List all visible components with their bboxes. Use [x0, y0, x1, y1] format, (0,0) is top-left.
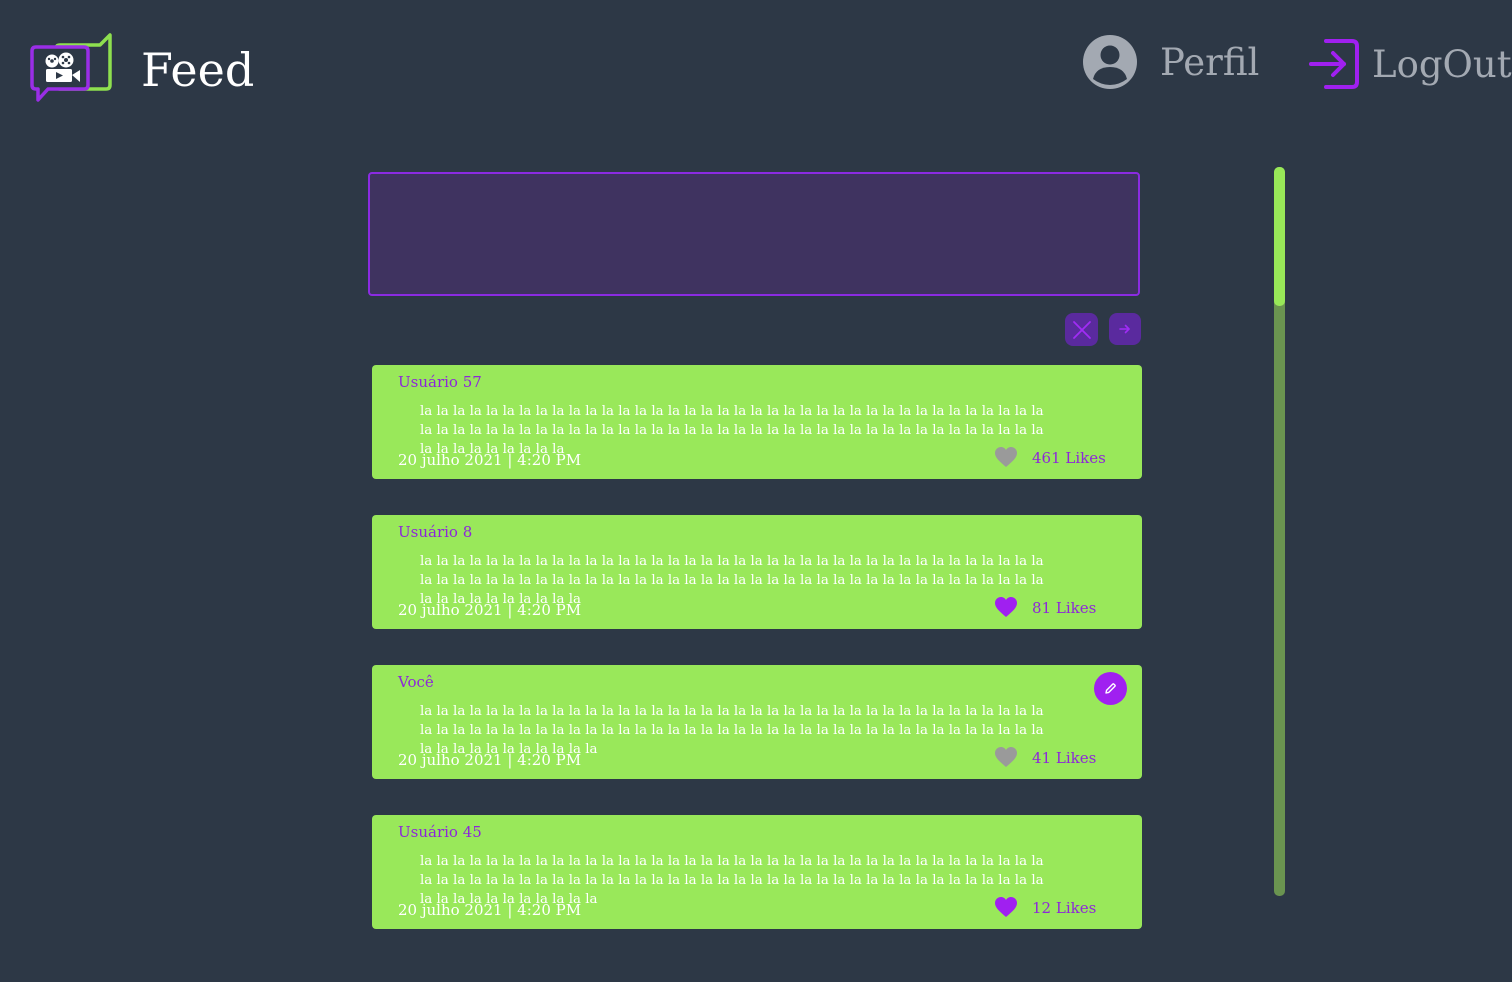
heart-icon[interactable] [994, 896, 1018, 918]
arrow-right-icon [1119, 324, 1130, 334]
post-likes-count: 12 Likes [1032, 899, 1097, 917]
user-circle-icon [1083, 35, 1137, 89]
profile-label: Perfil [1160, 40, 1260, 84]
post-card: Usuário 57 la la la la la la la la la la… [372, 365, 1142, 479]
post-card: Usuário 45 la la la la la la la la la la… [372, 815, 1142, 929]
post-date: 20 julho 2021 | 4:20 PM [398, 601, 582, 619]
post-likes-count: 81 Likes [1032, 599, 1097, 617]
post-author: Usuário 45 [398, 823, 482, 841]
feed-scrollbar[interactable] [1274, 167, 1285, 896]
pencil-icon [1105, 683, 1116, 694]
post-card: Você la la la la la la la la la la la la… [372, 665, 1142, 779]
logout-arrow-icon [1309, 39, 1359, 89]
post-card: Usuário 8 la la la la la la la la la la … [372, 515, 1142, 629]
logout-link[interactable]: LogOut [1308, 37, 1512, 91]
post-date: 20 julho 2021 | 4:20 PM [398, 901, 582, 919]
chat-bubbles-film-camera-icon [30, 33, 112, 102]
close-icon [1072, 320, 1091, 339]
feed-scrollbar-thumb[interactable] [1274, 167, 1285, 306]
cancel-post-button[interactable] [1065, 313, 1098, 346]
send-post-button[interactable] [1109, 313, 1141, 345]
post-likes-count: 461 Likes [1032, 449, 1106, 467]
profile-link[interactable]: Perfil [1082, 33, 1259, 91]
heart-icon[interactable] [994, 596, 1018, 618]
logout-label: LogOut [1372, 42, 1512, 86]
new-post-input[interactable] [368, 172, 1140, 296]
heart-icon[interactable] [994, 746, 1018, 768]
post-author: Usuário 57 [398, 373, 482, 391]
heart-icon[interactable] [994, 446, 1018, 468]
page-title: Feed [141, 43, 255, 97]
app-logo [30, 33, 116, 103]
post-likes-count: 41 Likes [1032, 749, 1097, 767]
edit-post-button[interactable] [1094, 672, 1127, 705]
post-date: 20 julho 2021 | 4:20 PM [398, 751, 582, 769]
post-date: 20 julho 2021 | 4:20 PM [398, 451, 582, 469]
post-author: Você [398, 673, 434, 691]
post-author: Usuário 8 [398, 523, 473, 541]
